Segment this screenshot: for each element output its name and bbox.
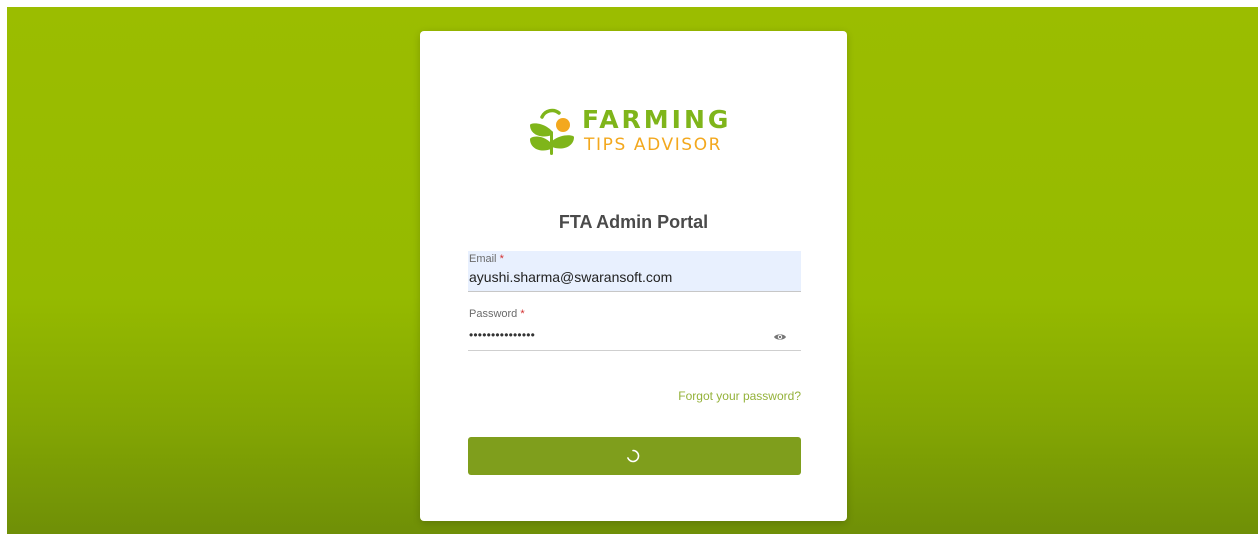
email-label-text: Email (469, 253, 497, 265)
forgot-password-link[interactable]: Forgot your password? (678, 389, 801, 403)
email-field[interactable]: Email * ayushi.sharma@swaransoft.com (468, 251, 801, 292)
spinner-icon (627, 449, 640, 463)
logo-title-text: FARMING (582, 105, 732, 134)
required-mark: * (520, 308, 525, 320)
password-field[interactable]: Password * ••••••••••••••• (468, 306, 801, 351)
farming-tips-advisor-logo: FARMING TIPS ADVISOR (528, 103, 740, 163)
password-label-text: Password (469, 308, 518, 320)
email-label: Email * (469, 253, 504, 265)
password-label: Password * (469, 308, 525, 320)
eye-icon[interactable] (773, 332, 787, 342)
page-background: FARMING TIPS ADVISOR FTA Admin Portal Em… (7, 7, 1258, 534)
login-card: FARMING TIPS ADVISOR FTA Admin Portal Em… (420, 31, 847, 521)
page-title: FTA Admin Portal (558, 212, 709, 232)
password-input[interactable]: ••••••••••••••• (469, 328, 535, 342)
plant-sun-logo-icon (530, 108, 574, 155)
logo-subtitle-text: TIPS ADVISOR (584, 135, 723, 155)
email-input[interactable]: ayushi.sharma@swaransoft.com (469, 269, 672, 285)
login-button[interactable] (468, 437, 801, 475)
required-mark: * (499, 253, 504, 265)
